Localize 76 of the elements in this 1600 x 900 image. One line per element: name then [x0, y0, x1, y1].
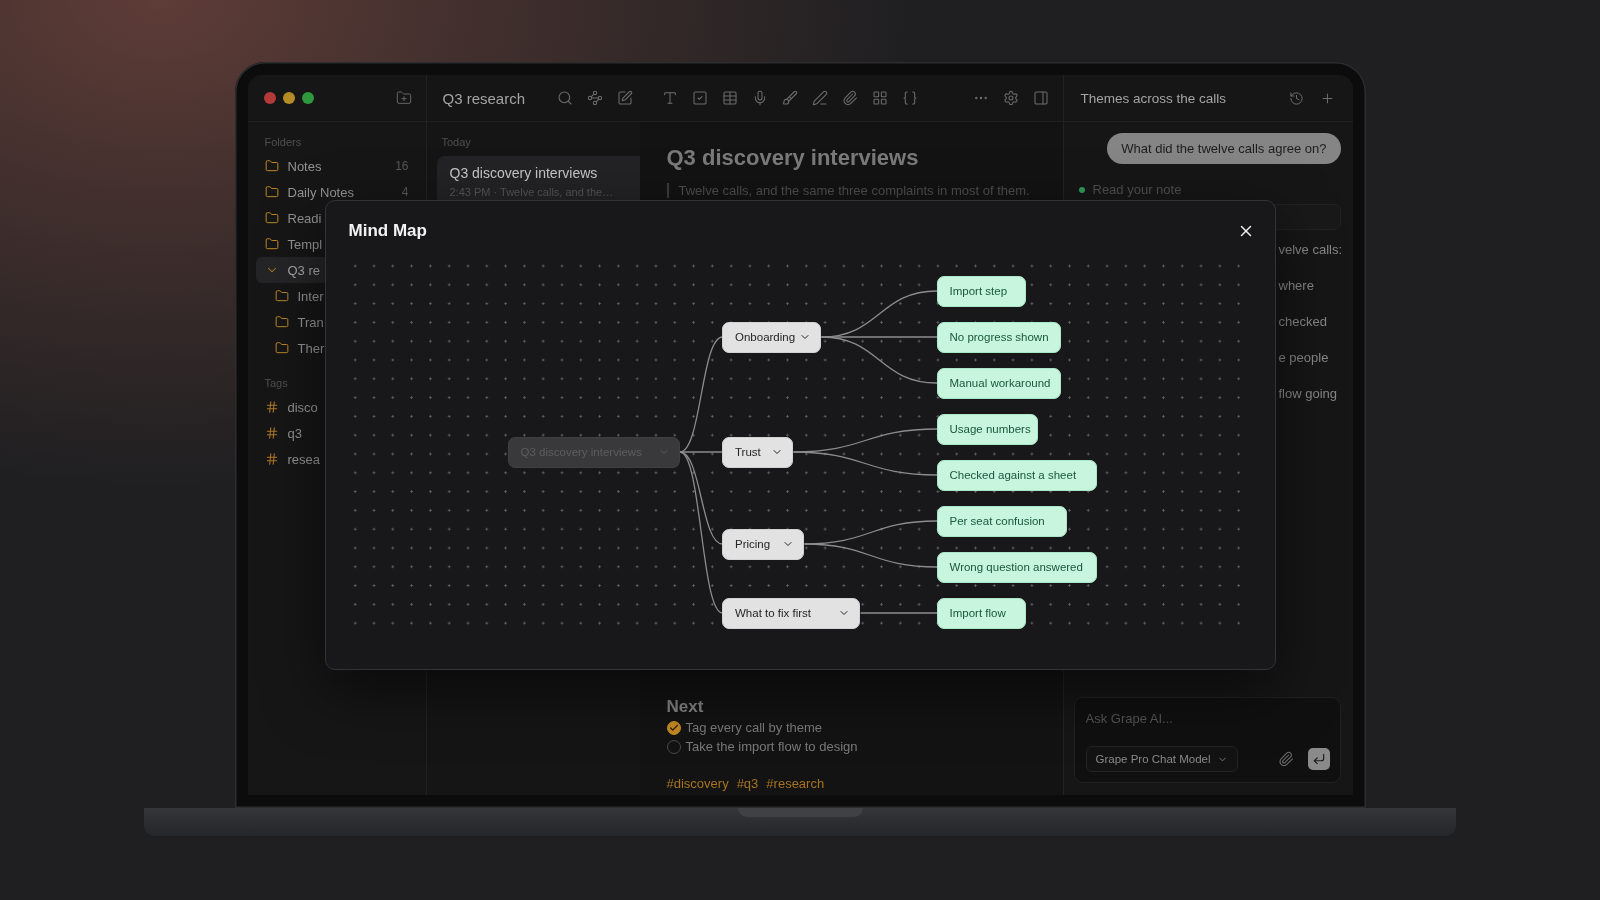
tag-item[interactable]: q3	[255, 420, 311, 446]
note-title: Q3 discovery interviews	[666, 144, 920, 172]
plus-icon[interactable]	[1319, 90, 1335, 106]
answer-text: e people	[1278, 349, 1330, 367]
paperclip-icon[interactable]	[841, 90, 858, 106]
folder-icon	[274, 341, 289, 355]
hash-icon	[264, 426, 279, 440]
leaf-node[interactable]: No progress shown	[936, 321, 1061, 353]
settings-icon[interactable]	[1002, 90, 1019, 106]
task-checkbox[interactable]	[666, 720, 681, 735]
folder-item[interactable]: Readi	[255, 205, 331, 231]
folder-icon	[274, 315, 289, 329]
folder-item[interactable]: Ther	[255, 335, 334, 361]
side-panel-icon[interactable]	[1032, 90, 1049, 106]
leaf-node[interactable]: Usage numbers	[936, 413, 1038, 445]
leaf-node[interactable]: Manual workaround	[936, 367, 1061, 399]
leaf-node[interactable]: Import flow	[936, 597, 1026, 629]
close-window-button[interactable]	[263, 92, 276, 104]
tag-link[interactable]: #discovery	[666, 775, 729, 793]
section-label: Folders	[263, 135, 302, 149]
ask-field[interactable]: Ask Grape AI...	[1085, 706, 1216, 730]
brush-icon[interactable]	[781, 90, 798, 106]
task-text: Tag every call by theme	[685, 720, 823, 735]
folder-item[interactable]: Inter	[255, 283, 333, 309]
edit-icon[interactable]	[616, 90, 633, 106]
model-select[interactable]: Grape Pro Chat Model	[1085, 746, 1238, 772]
enter-icon	[1311, 752, 1326, 766]
table-icon[interactable]	[721, 90, 738, 106]
user-message: What did the twelve calls agree on?	[1107, 133, 1341, 164]
folder-icon	[264, 185, 279, 199]
status-dot-icon	[1078, 186, 1085, 193]
leaf-node[interactable]: Wrong question answered	[936, 551, 1097, 583]
folder-icon	[274, 289, 289, 303]
check-icon	[668, 722, 679, 733]
folder-item[interactable]: Daily Notes 4	[255, 179, 418, 205]
search-icon[interactable]	[556, 90, 573, 106]
folder-item[interactable]: Templ	[255, 231, 332, 257]
minimize-window-button[interactable]	[282, 92, 295, 104]
paperclip-icon[interactable]	[1277, 751, 1294, 767]
leaf-node[interactable]: Import step	[936, 275, 1026, 307]
folder-item[interactable]: Notes 16	[255, 153, 418, 179]
tag-link[interactable]: #q3	[736, 775, 759, 793]
answer-text: flow going	[1278, 385, 1339, 403]
tag-item[interactable]: resea	[255, 446, 330, 472]
answer-text: where	[1278, 277, 1315, 295]
topic-node[interactable]: Trust	[722, 436, 793, 468]
text-icon[interactable]	[661, 90, 678, 106]
folder-icon	[264, 211, 279, 225]
topic-node[interactable]: Onboarding	[722, 321, 821, 353]
task-text: Take the import flow to design	[685, 739, 858, 754]
answer-text: checked	[1278, 313, 1328, 331]
tag-item[interactable]: disco	[255, 394, 327, 420]
folder-item[interactable]: Tran	[255, 309, 333, 335]
nodes-icon[interactable]	[586, 90, 603, 106]
braces-icon[interactable]	[901, 90, 918, 106]
folder-icon	[264, 159, 279, 173]
dialog-title: Mind Map	[348, 220, 427, 242]
section-heading: Next	[666, 696, 705, 718]
new-folder-icon[interactable]	[395, 90, 412, 106]
folder-icon	[264, 237, 279, 251]
grid-icon[interactable]	[871, 90, 888, 106]
hash-icon	[264, 400, 279, 414]
answer-text: velve calls:	[1278, 241, 1341, 259]
topic-node[interactable]: What to fix first	[722, 597, 860, 629]
hash-icon	[264, 452, 279, 466]
checkbox-icon[interactable]	[691, 90, 708, 106]
topic-node[interactable]: Pricing	[722, 528, 804, 560]
history-icon[interactable]	[1288, 90, 1304, 106]
tag-link[interactable]: #research	[766, 775, 825, 793]
folder-title: Q3 research	[442, 89, 526, 107]
leaf-node[interactable]: Per seat confusion	[936, 505, 1067, 537]
pen-icon[interactable]	[811, 90, 828, 106]
chat-title: Themes across the calls	[1080, 90, 1227, 106]
zoom-window-button[interactable]	[301, 92, 314, 104]
send-button[interactable]	[1307, 748, 1330, 770]
leaf-node[interactable]: Checked against a sheet	[936, 459, 1097, 491]
